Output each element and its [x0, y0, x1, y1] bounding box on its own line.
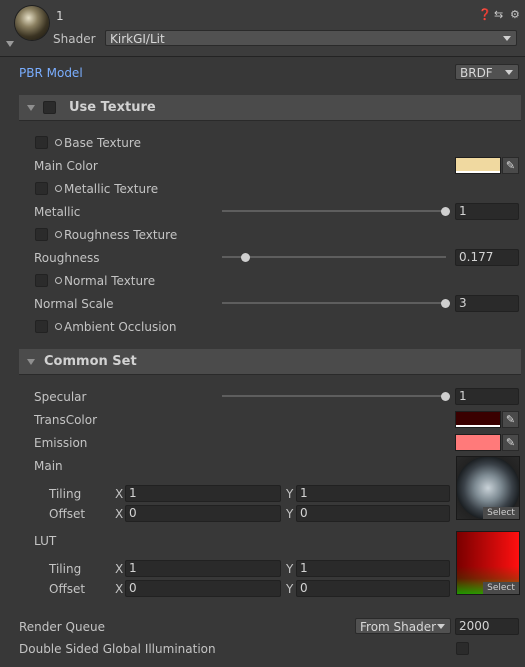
use-texture-section-header[interactable]: Use Texture	[19, 95, 521, 121]
normal-texture-checkbox[interactable]	[35, 274, 48, 287]
shader-dropdown[interactable]: KirkGI/Lit	[105, 30, 517, 46]
main-color-label: Main Color	[34, 159, 98, 173]
foldout-arrow-icon[interactable]	[27, 359, 35, 365]
normal-scale-value-field[interactable]: 3	[455, 295, 519, 312]
normal-scale-slider-knob[interactable]	[441, 299, 450, 308]
metallic-slider-track[interactable]	[222, 210, 446, 212]
texture-slot-icon	[55, 323, 62, 330]
help-icon[interactable]: ❓	[478, 8, 492, 21]
normal-texture-label: Normal Texture	[64, 274, 156, 288]
x-label: X	[115, 487, 124, 501]
specular-slider-knob[interactable]	[441, 392, 450, 401]
base-texture-checkbox[interactable]	[35, 136, 48, 149]
eyedropper-icon[interactable]: ✎	[502, 157, 519, 174]
y-label: Y	[286, 582, 294, 596]
texture-slot-icon	[55, 231, 62, 238]
texture-slot-icon	[55, 185, 62, 192]
trans-color-swatch[interactable]	[455, 411, 501, 428]
render-queue-value-field[interactable]: 2000	[455, 618, 519, 635]
roughness-texture-label: Roughness Texture	[64, 228, 178, 242]
alpha-bar	[456, 425, 500, 427]
shader-value: KirkGI/Lit	[110, 32, 165, 46]
specular-slider-track[interactable]	[222, 395, 446, 397]
roughness-slider-knob[interactable]	[241, 253, 250, 262]
main-offset-label: Offset	[49, 507, 86, 521]
pbr-model-label: PBR Model	[19, 66, 83, 80]
main-tiling-y-field[interactable]: 1	[296, 485, 450, 502]
use-texture-title: Use Texture	[69, 100, 156, 115]
double-sided-gi-checkbox[interactable]	[456, 642, 469, 655]
chevron-down-icon	[505, 70, 513, 75]
common-set-title: Common Set	[44, 354, 137, 369]
main-texture-label: Main	[34, 459, 63, 473]
main-offset-y-field[interactable]: 0	[296, 505, 450, 522]
y-label: Y	[286, 507, 294, 521]
pbr-model-value: BRDF	[460, 66, 493, 80]
lut-texture-slot[interactable]: Select	[456, 531, 520, 595]
main-tiling-x-field[interactable]: 1	[125, 485, 281, 502]
material-name: 1	[56, 9, 64, 23]
normal-scale-slider-track[interactable]	[222, 302, 446, 304]
chevron-down-icon	[437, 624, 445, 629]
eyedropper-icon[interactable]: ✎	[502, 434, 519, 451]
lut-offset-y-field[interactable]: 0	[296, 580, 450, 597]
metallic-label: Metallic	[34, 205, 81, 219]
y-label: Y	[286, 562, 294, 576]
main-texture-slot[interactable]: Select	[456, 456, 520, 520]
roughness-slider-track[interactable]	[222, 256, 446, 258]
specular-label: Specular	[34, 390, 87, 404]
base-texture-label: Base Texture	[64, 136, 141, 150]
gear-icon[interactable]: ⚙	[510, 8, 520, 21]
roughness-value-field[interactable]: 0.177	[455, 249, 519, 266]
ambient-occlusion-label: Ambient Occlusion	[64, 320, 177, 334]
x-label: X	[115, 507, 124, 521]
metallic-texture-label: Metallic Texture	[64, 182, 159, 196]
lut-offset-label: Offset	[49, 582, 86, 596]
x-label: X	[115, 562, 124, 576]
normal-scale-label: Normal Scale	[34, 297, 114, 311]
shader-label: Shader	[53, 32, 96, 46]
main-color-swatch[interactable]	[455, 157, 501, 174]
main-texture-select-button[interactable]: Select	[483, 507, 519, 519]
material-preview-thumbnail[interactable]	[15, 6, 49, 40]
specular-value-field[interactable]: 1	[455, 388, 519, 405]
roughness-label: Roughness	[34, 251, 100, 265]
emission-swatch[interactable]	[455, 434, 501, 451]
alpha-bar	[456, 171, 500, 173]
trans-color-label: TransColor	[34, 413, 98, 427]
lut-offset-x-field[interactable]: 0	[125, 580, 281, 597]
emission-label: Emission	[34, 436, 88, 450]
texture-slot-icon	[55, 277, 62, 284]
lut-label: LUT	[34, 534, 57, 548]
y-label: Y	[286, 487, 294, 501]
render-queue-mode-dropdown[interactable]: From Shader	[355, 618, 451, 634]
metallic-slider-knob[interactable]	[441, 207, 450, 216]
texture-slot-icon	[55, 139, 62, 146]
x-label: X	[115, 582, 124, 596]
pbr-model-dropdown[interactable]: BRDF	[455, 64, 519, 80]
main-offset-x-field[interactable]: 0	[125, 505, 281, 522]
chevron-down-icon	[503, 36, 511, 41]
render-queue-label: Render Queue	[19, 620, 105, 634]
foldout-arrow-icon[interactable]	[27, 105, 35, 111]
render-queue-mode-value: From Shader	[360, 620, 437, 634]
metallic-value-field[interactable]: 1	[455, 203, 519, 220]
foldout-arrow-icon[interactable]	[6, 41, 14, 47]
lut-tiling-x-field[interactable]: 1	[125, 560, 281, 577]
ambient-occlusion-checkbox[interactable]	[35, 320, 48, 333]
metallic-texture-checkbox[interactable]	[35, 182, 48, 195]
lut-tiling-label: Tiling	[49, 562, 82, 576]
preset-icon[interactable]: ⇆	[494, 8, 503, 21]
lut-tiling-y-field[interactable]: 1	[296, 560, 450, 577]
eyedropper-icon[interactable]: ✎	[502, 411, 519, 428]
main-tiling-label: Tiling	[49, 487, 82, 501]
roughness-texture-checkbox[interactable]	[35, 228, 48, 241]
material-header: 1 Shader KirkGI/Lit ❓ ⇆ ⚙	[0, 0, 525, 57]
double-sided-gi-label: Double Sided Global Illumination	[19, 642, 216, 656]
lut-select-button[interactable]: Select	[483, 582, 519, 594]
common-set-section-header[interactable]: Common Set	[19, 349, 521, 375]
use-texture-checkbox[interactable]	[43, 101, 56, 114]
